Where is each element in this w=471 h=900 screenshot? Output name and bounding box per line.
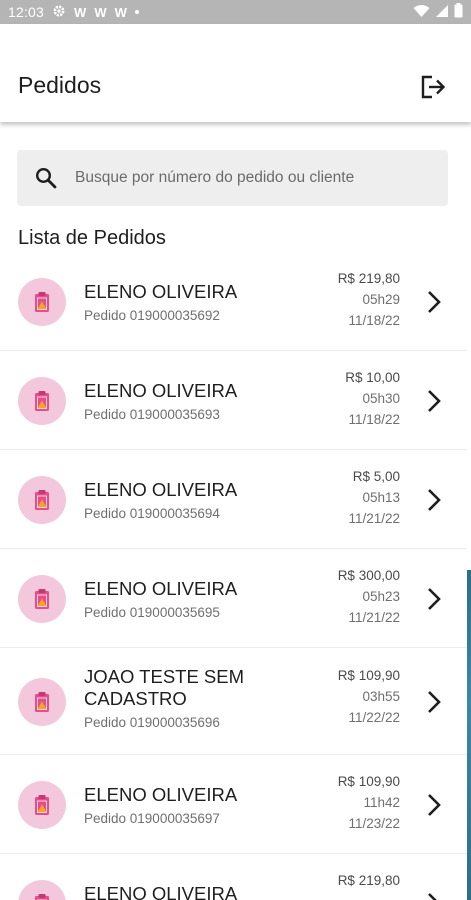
background-edge: [467, 570, 471, 900]
status-left: 12:03 W W W: [8, 4, 139, 20]
order-number: Pedido 019000035697: [84, 811, 220, 826]
order-meta: R$ 219,80: [338, 870, 400, 891]
order-time: 03h55: [362, 689, 400, 704]
order-meta: R$ 109,90 03h55 11/22/22: [338, 665, 400, 728]
order-date: 11/21/22: [348, 511, 400, 526]
order-price: R$ 300,00: [337, 568, 400, 583]
status-time: 12:03: [8, 4, 45, 20]
dot-icon: [134, 10, 139, 14]
client-name: ELENO OLIVEIRA: [84, 281, 238, 302]
search-placeholder: Busque por número do pedido ou cliente: [75, 169, 355, 186]
clipboard-icon: [35, 691, 49, 712]
logout-icon: [420, 75, 446, 104]
order-avatar: [18, 475, 66, 524]
search-icon: [17, 167, 75, 189]
order-date: 11/21/22: [348, 610, 400, 625]
order-price: R$ 109,90: [337, 774, 400, 789]
gear-icon: [52, 4, 66, 20]
order-price: R$ 219,80: [337, 271, 400, 286]
section-title: Lista de Pedidos: [18, 227, 166, 249]
order-list-item[interactable]: ELENO OLIVEIRA Pedido 019000035692 R$ 21…: [0, 252, 467, 351]
order-avatar: [18, 879, 66, 900]
clipboard-icon: [35, 588, 49, 609]
app-bar: Pedidos: [0, 24, 471, 122]
clipboard-icon: [35, 390, 49, 411]
chevron-right-icon: [424, 388, 444, 414]
w-notification-icon: W: [74, 4, 87, 20]
order-date: 11/18/22: [348, 313, 400, 328]
client-name: ELENO OLIVEIRA: [84, 380, 238, 401]
battery-icon: [454, 3, 463, 21]
order-date: 11/22/22: [348, 710, 400, 725]
order-number: Pedido 019000035696: [84, 715, 220, 730]
order-price: R$ 109,90: [337, 668, 400, 683]
order-list-item[interactable]: ELENO OLIVEIRA Pedido 019000035693 R$ 10…: [0, 351, 467, 450]
order-meta: R$ 109,90 11h42 11/23/22: [338, 771, 400, 834]
order-meta: R$ 300,00 05h23 11/21/22: [338, 565, 400, 628]
client-name: ELENO OLIVEIRA: [84, 479, 238, 500]
client-name: ELENO OLIVEIRA: [84, 883, 238, 900]
order-avatar: [18, 277, 66, 326]
chevron-right-icon: [424, 289, 444, 315]
order-list-item[interactable]: ELENO OLIVEIRA Pedido 019000035694 R$ 5,…: [0, 450, 467, 549]
chevron-right-icon: [424, 689, 444, 715]
chevron-right-icon: [424, 792, 444, 818]
order-number: Pedido 019000035694: [84, 506, 220, 521]
order-number: Pedido 019000035693: [84, 407, 220, 422]
order-avatar: [18, 376, 66, 425]
order-time: 11h42: [363, 795, 400, 810]
order-time: 05h13: [362, 490, 400, 505]
order-time: 05h23: [362, 589, 400, 604]
order-price: R$ 219,80: [337, 873, 400, 888]
status-bar: 12:03 W W W: [0, 0, 471, 24]
logout-button[interactable]: [418, 75, 448, 103]
order-avatar: [18, 780, 66, 829]
order-meta: R$ 10,00 05h30 11/18/22: [345, 367, 400, 430]
order-list: ELENO OLIVEIRA Pedido 019000035692 R$ 21…: [0, 252, 467, 900]
clipboard-icon: [35, 291, 49, 312]
order-number: Pedido 019000035695: [84, 605, 220, 620]
order-avatar: [18, 677, 66, 726]
clipboard-icon: [35, 489, 49, 510]
order-list-item[interactable]: ELENO OLIVEIRA Pedido 019000035697 R$ 10…: [0, 755, 467, 854]
order-time: 05h30: [362, 391, 400, 406]
chevron-right-icon: [424, 487, 444, 513]
search-input[interactable]: Busque por número do pedido ou cliente: [17, 150, 448, 206]
wifi-icon: [413, 4, 430, 21]
order-number: Pedido 019000035692: [84, 308, 220, 323]
client-name: JOAO TESTE SEM CADASTRO: [84, 666, 245, 709]
order-list-item[interactable]: JOAO TESTE SEM CADASTRO Pedido 019000035…: [0, 648, 467, 755]
clipboard-icon: [35, 794, 49, 815]
order-list-item[interactable]: ELENO OLIVEIRA Pedido 019000035695 R$ 30…: [0, 549, 467, 648]
order-time: 05h29: [362, 292, 400, 307]
page-title: Pedidos: [18, 72, 102, 98]
order-date: 11/23/22: [348, 816, 400, 831]
status-right: [413, 3, 463, 21]
order-date: 11/18/22: [348, 412, 400, 427]
order-price: R$ 10,00: [345, 370, 400, 385]
order-list-item[interactable]: ELENO OLIVEIRA R$ 219,80: [0, 854, 467, 900]
chevron-right-icon: [424, 586, 444, 612]
chevron-right-icon: [424, 891, 444, 900]
order-meta: R$ 219,80 05h29 11/18/22: [338, 268, 400, 331]
signal-icon: [435, 4, 449, 21]
order-meta: R$ 5,00 05h13 11/21/22: [348, 466, 400, 529]
clipboard-icon: [35, 893, 49, 900]
order-price: R$ 5,00: [352, 469, 400, 484]
client-name: ELENO OLIVEIRA: [84, 578, 238, 599]
client-name: ELENO OLIVEIRA: [84, 784, 238, 805]
order-avatar: [18, 574, 66, 623]
w-notification-icon: W: [94, 4, 107, 20]
w-notification-icon: W: [114, 4, 127, 20]
